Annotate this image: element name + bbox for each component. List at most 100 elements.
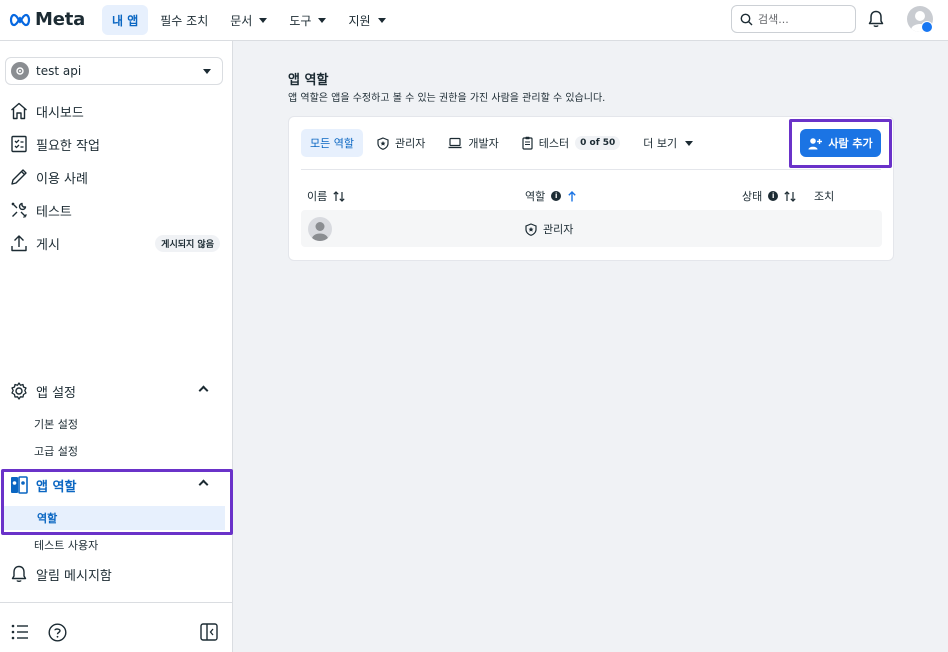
sort-ascending-icon — [568, 190, 576, 201]
sidebar-subitem-label: 테스트 사용자 — [34, 539, 99, 552]
column-header-name[interactable]: 이름 — [307, 188, 345, 204]
search-placeholder: 검색... — [758, 13, 789, 26]
nav-docs-label: 문서 — [230, 13, 253, 28]
tab-admins[interactable]: 관리자 — [368, 129, 434, 157]
nav-tools-label: 도구 — [289, 13, 312, 28]
sidebar-subitem-label: 고급 설정 — [34, 445, 78, 458]
caret-down-icon — [377, 17, 386, 23]
add-person-icon — [808, 137, 823, 149]
laptop-icon — [448, 137, 462, 149]
caret-down-icon — [685, 140, 694, 146]
column-header-status[interactable]: 상태 i — [742, 188, 796, 204]
tab-label: 테스터 — [538, 137, 570, 150]
top-navigation-bar: Meta 내 앱 필수 조치 문서 도구 지원 검색... — [0, 0, 948, 41]
sidebar-subitem-advanced-settings[interactable]: 고급 설정 — [0, 439, 224, 463]
roles-card: 모든 역할 관리자 개발자 테스터 0 of 50 더 보기 사람 추가 이름 … — [288, 116, 894, 261]
chevron-up-icon[interactable] — [198, 479, 209, 490]
column-header-role[interactable]: 역할 i — [525, 188, 577, 204]
sidebar-item-required-actions[interactable]: 필요한 작업 — [0, 130, 232, 158]
column-header-label: 이름 — [307, 190, 328, 203]
nav-my-apps-label: 내 앱 — [112, 13, 139, 28]
tab-more[interactable]: 더 보기 — [634, 129, 702, 157]
sort-icon — [333, 190, 345, 202]
page-title: 앱 역할 — [288, 73, 329, 88]
add-people-button[interactable]: 사람 추가 — [800, 129, 881, 157]
sidebar-item-label: 이용 사례 — [36, 171, 88, 187]
nav-support[interactable]: 지원 — [338, 5, 395, 35]
column-header-label: 역할 — [525, 190, 546, 203]
role-label: 관리자 — [543, 223, 574, 236]
search-icon — [740, 13, 753, 25]
tab-testers[interactable]: 테스터 0 of 50 — [513, 129, 630, 157]
app-gear-icon — [11, 62, 29, 80]
sidebar-item-publish[interactable]: 게시 게시되지 않음 — [0, 229, 232, 257]
sidebar-item-test[interactable]: 테스트 — [0, 196, 232, 224]
notifications-bell-icon[interactable] — [866, 9, 886, 33]
sidebar-subitem-label: 기본 설정 — [34, 418, 78, 431]
shield-icon — [525, 222, 537, 236]
sidebar-item-dashboard[interactable]: 대시보드 — [0, 97, 232, 125]
sidebar-subitem-test-users[interactable]: 테스트 사용자 — [0, 533, 224, 557]
sidebar: test api 대시보드 필요한 작업 이용 사례 테스트 게시 게시되지 않… — [0, 41, 233, 652]
unpublished-badge: 게시되지 않음 — [155, 235, 220, 252]
list-icon[interactable] — [11, 624, 29, 644]
info-icon[interactable]: i — [551, 191, 562, 201]
tab-label: 더 보기 — [643, 137, 678, 150]
role-cell: 관리자 — [525, 221, 573, 237]
nav-docs[interactable]: 문서 — [220, 5, 277, 35]
sidebar-item-label: 앱 설정 — [36, 385, 77, 401]
divider — [301, 169, 881, 170]
app-selector[interactable]: test api — [5, 57, 223, 85]
sidebar-item-label: 테스트 — [36, 204, 72, 220]
nav-tools[interactable]: 도구 — [279, 5, 336, 35]
column-header-label: 조치 — [814, 190, 835, 203]
tab-all-roles[interactable]: 모든 역할 — [301, 129, 363, 157]
tab-label: 모든 역할 — [310, 137, 354, 150]
sort-icon — [784, 190, 796, 202]
sidebar-item-use-cases[interactable]: 이용 사례 — [0, 163, 232, 191]
sidebar-item-app-roles[interactable]: 앱 역할 — [0, 471, 232, 499]
nav-required-actions[interactable]: 필수 조치 — [150, 5, 218, 35]
person-avatar — [308, 217, 332, 241]
column-header-actions: 조치 — [814, 188, 834, 204]
chevron-up-icon[interactable] — [198, 385, 209, 396]
caret-down-icon — [318, 17, 327, 23]
gear-icon — [9, 381, 29, 401]
nav-support-label: 지원 — [348, 13, 371, 28]
tab-label: 관리자 — [394, 137, 426, 150]
sidebar-footer — [0, 602, 232, 652]
nav-my-apps[interactable]: 내 앱 — [102, 5, 149, 35]
main-nav: 내 앱 필수 조치 문서 도구 지원 — [102, 5, 398, 35]
tab-label: 개발자 — [468, 137, 499, 150]
search-input[interactable]: 검색... — [731, 5, 856, 33]
role-tabs: 모든 역할 관리자 개발자 테스터 0 of 50 더 보기 — [301, 129, 707, 157]
nav-required-actions-label: 필수 조치 — [160, 13, 209, 28]
table-row[interactable]: 관리자 — [301, 210, 882, 247]
meta-infinity-icon — [9, 13, 31, 26]
upload-icon — [9, 233, 29, 253]
sidebar-item-notifications[interactable]: 알림 메시지함 — [0, 560, 232, 588]
page-description: 앱 역할은 앱을 수정하고 볼 수 있는 권한을 가진 사람을 관리할 수 있습… — [288, 93, 606, 104]
sidebar-item-label: 대시보드 — [36, 105, 84, 121]
meta-logo[interactable]: Meta — [9, 9, 85, 30]
sidebar-subitem-basic-settings[interactable]: 기본 설정 — [0, 412, 224, 436]
sidebar-subitem-roles[interactable]: 역할 — [3, 506, 225, 530]
tester-count-badge: 0 of 50 — [575, 136, 621, 150]
checklist-icon — [9, 134, 29, 154]
sidebar-subitem-label: 역할 — [37, 512, 58, 525]
sidebar-item-label: 알림 메시지함 — [36, 568, 112, 584]
sidebar-item-label: 앱 역할 — [36, 479, 77, 495]
collapse-sidebar-icon[interactable] — [200, 623, 218, 645]
sidebar-item-label: 필요한 작업 — [36, 138, 100, 154]
sidebar-item-label: 게시 — [36, 237, 60, 253]
shield-icon — [377, 136, 389, 150]
tab-developers[interactable]: 개발자 — [439, 129, 507, 157]
sidebar-item-app-settings[interactable]: 앱 설정 — [0, 377, 232, 405]
caret-down-icon — [203, 69, 211, 74]
facebook-badge-icon — [921, 21, 933, 33]
info-icon[interactable]: i — [768, 191, 779, 201]
app-name: test api — [36, 64, 82, 78]
pencil-icon — [9, 167, 29, 187]
clipboard-icon — [522, 136, 533, 150]
help-icon[interactable] — [48, 623, 67, 646]
